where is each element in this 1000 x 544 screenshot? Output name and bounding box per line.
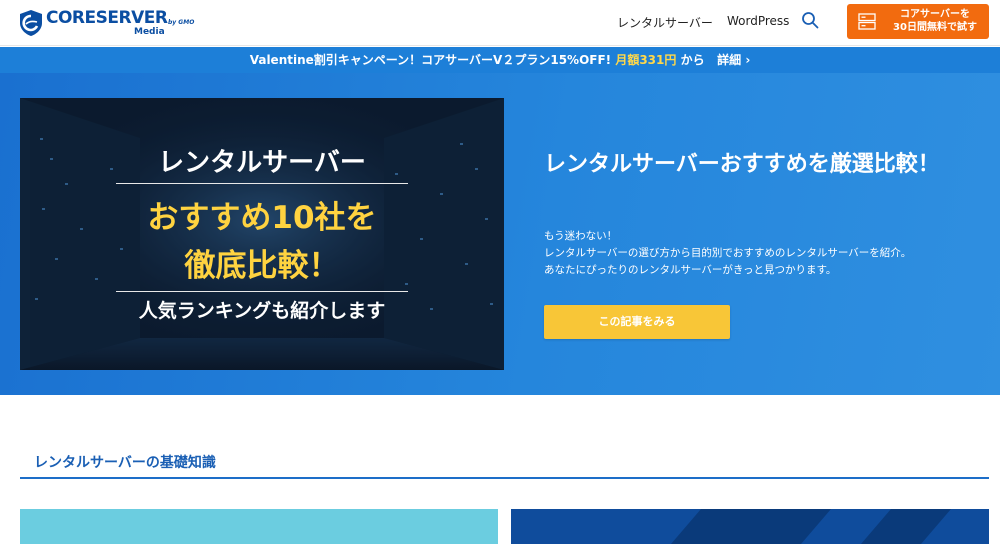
hero-desc-line2: レンタルサーバーの選び方から目的別でおすすめのレンタルサーバーを紹介。 bbox=[544, 247, 912, 259]
banner-divider-top bbox=[116, 183, 408, 184]
section-title: レンタルサーバーの基礎知識 bbox=[34, 455, 216, 471]
shield-logo-icon bbox=[20, 10, 42, 36]
hero-heading: レンタルサーバーおすすめを厳選比較！ bbox=[544, 152, 940, 177]
campaign-bar[interactable]: Valentine割引キャンペーン！コアサーバーV２プラン15%OFF! 月額3… bbox=[0, 47, 1000, 73]
banner-title-line3: 徹底比較！ bbox=[184, 248, 340, 284]
free-trial-label: コアサーバーを 30日間無料で試す bbox=[885, 8, 985, 34]
logo-text: CORESERVER bbox=[46, 8, 168, 28]
site-header: CORESERVER by GMO Media レンタルサーバー WordPre… bbox=[0, 0, 1000, 46]
free-trial-line2: 30日間無料で試す bbox=[893, 22, 977, 33]
campaign-price: 月額331円 bbox=[615, 53, 677, 67]
nav-rental-server[interactable]: レンタルサーバー bbox=[617, 14, 713, 31]
hero-section: レンタルサーバー おすすめ10社を 徹底比較！ 人気ランキングも紹介します レン… bbox=[0, 73, 1000, 395]
free-trial-button[interactable]: コアサーバーを 30日間無料で試す bbox=[847, 4, 989, 39]
nav-wordpress[interactable]: WordPress bbox=[727, 14, 789, 28]
logo-gmo: by GMO bbox=[168, 19, 195, 26]
card-decoration bbox=[671, 509, 951, 544]
free-trial-line1: コアサーバーを bbox=[900, 9, 970, 20]
campaign-detail-link[interactable]: 詳細 › bbox=[717, 53, 750, 67]
banner-title-line2: おすすめ10社を bbox=[147, 200, 377, 236]
article-card-2[interactable] bbox=[511, 509, 989, 544]
section-divider bbox=[20, 477, 989, 479]
hero-desc-line1: もう迷わない！ bbox=[544, 230, 618, 242]
banner-title-line4: 人気ランキングも紹介します bbox=[138, 300, 386, 322]
hero-desc-line3: あなたにぴったりのレンタルサーバーがきっと見つかります。 bbox=[544, 264, 837, 276]
server-icon bbox=[858, 13, 876, 30]
search-icon[interactable] bbox=[801, 11, 819, 29]
banner-divider-bottom bbox=[116, 291, 408, 292]
campaign-suffix: から bbox=[680, 53, 705, 67]
hero-description: もう迷わない！ レンタルサーバーの選び方から目的別でおすすめのレンタルサーバーを… bbox=[544, 228, 964, 279]
article-card-1[interactable] bbox=[20, 509, 498, 544]
site-logo[interactable]: CORESERVER by GMO Media bbox=[18, 7, 198, 41]
banner-title-line1: レンタルサーバー bbox=[158, 148, 366, 178]
featured-article-banner[interactable]: レンタルサーバー おすすめ10社を 徹底比較！ 人気ランキングも紹介します bbox=[20, 98, 504, 370]
read-article-button[interactable]: この記事をみる bbox=[544, 305, 730, 339]
logo-sub: Media bbox=[134, 27, 165, 37]
campaign-text: Valentine割引キャンペーン！コアサーバーV２プラン15%OFF! bbox=[249, 53, 612, 67]
